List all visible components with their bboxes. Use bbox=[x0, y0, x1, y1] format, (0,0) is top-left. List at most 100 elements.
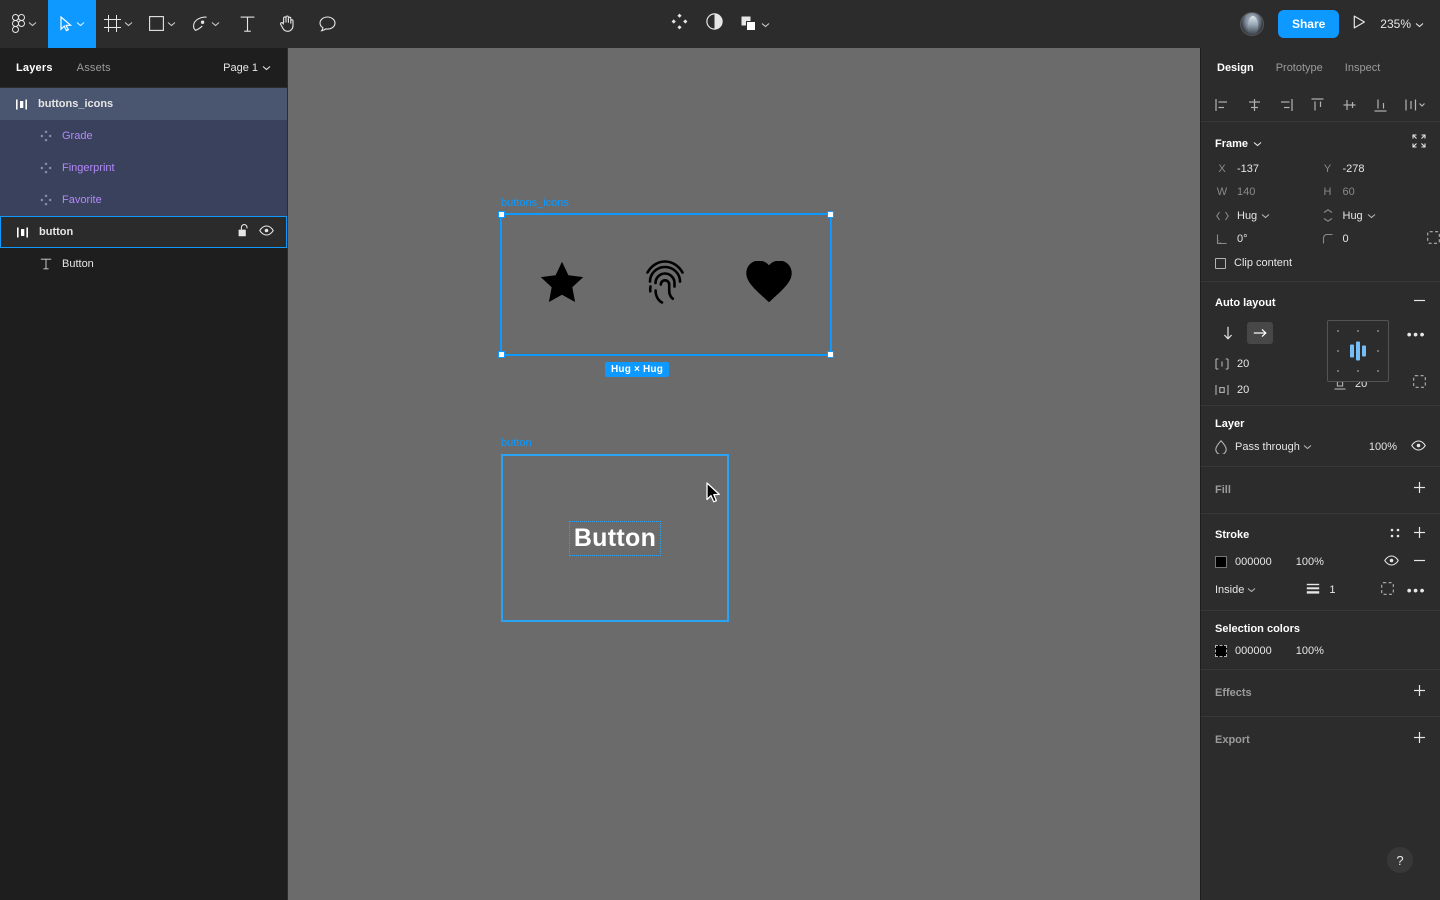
avatar[interactable] bbox=[1239, 12, 1264, 36]
layer-opacity-value[interactable]: 100% bbox=[1369, 441, 1397, 453]
add-stroke-icon[interactable] bbox=[1413, 526, 1426, 544]
heart-icon[interactable] bbox=[746, 260, 792, 308]
frame-tool-chevron-down-icon[interactable] bbox=[124, 21, 133, 27]
comment-tool[interactable] bbox=[307, 0, 348, 48]
horizontal-resizing-dropdown[interactable]: Hug bbox=[1237, 210, 1270, 222]
canvas[interactable]: buttons_icons Hug × Hug button Button bbox=[288, 48, 1200, 900]
eye-icon[interactable] bbox=[259, 225, 274, 239]
move-tool-chevron-down-icon[interactable] bbox=[76, 21, 85, 27]
zoom-control[interactable]: 235% bbox=[1380, 17, 1424, 31]
pen-tool-chevron-down-icon[interactable] bbox=[211, 21, 220, 27]
resize-handle-bottom-left[interactable] bbox=[498, 351, 505, 358]
page-chevron-down-icon[interactable] bbox=[262, 62, 271, 74]
stroke-opacity-value[interactable]: 100% bbox=[1296, 556, 1324, 568]
vertical-resizing-field[interactable]: Hug bbox=[1321, 209, 1427, 222]
corner-radius-field[interactable]: 0 bbox=[1321, 231, 1440, 245]
align-horizontal-center-icon[interactable] bbox=[1247, 98, 1262, 112]
independent-corners-icon[interactable] bbox=[1427, 231, 1440, 247]
layer-row-fingerprint[interactable]: Fingerprint bbox=[0, 152, 287, 184]
alignment-grid[interactable] bbox=[1327, 320, 1389, 382]
frame-buttons-icons[interactable] bbox=[498, 211, 834, 358]
frame-label-button[interactable]: button bbox=[501, 437, 532, 449]
boolean-chevron-down-icon[interactable] bbox=[761, 15, 770, 33]
move-tool[interactable] bbox=[48, 0, 96, 48]
vertical-resizing-dropdown[interactable]: Hug bbox=[1343, 210, 1376, 222]
play-icon[interactable] bbox=[1353, 15, 1366, 34]
stroke-color-swatch[interactable] bbox=[1215, 556, 1227, 568]
frame-label-buttons-icons[interactable]: buttons_icons bbox=[501, 197, 569, 209]
selection-color-hex[interactable]: 000000 bbox=[1235, 645, 1272, 657]
align-bottom-icon[interactable] bbox=[1373, 98, 1388, 112]
remove-stroke-icon[interactable] bbox=[1413, 554, 1426, 570]
frame-tool[interactable] bbox=[96, 0, 141, 48]
layer-row-button-text[interactable]: Button bbox=[0, 248, 287, 280]
add-export-icon[interactable] bbox=[1413, 731, 1426, 749]
eye-icon[interactable] bbox=[1411, 440, 1426, 454]
x-position-field[interactable]: X -137 bbox=[1215, 163, 1321, 175]
tab-layers[interactable]: Layers bbox=[16, 62, 53, 74]
chevron-down-icon[interactable] bbox=[28, 21, 37, 27]
layer-row-buttons-icons[interactable]: buttons_icons bbox=[0, 88, 287, 120]
height-field[interactable]: H 60 bbox=[1321, 186, 1427, 198]
align-left-icon[interactable] bbox=[1215, 98, 1230, 112]
resize-to-fit-icon[interactable] bbox=[1412, 134, 1426, 153]
auto-layout-alignment-grid[interactable] bbox=[1327, 320, 1389, 382]
components-icon[interactable] bbox=[671, 13, 688, 35]
chevron-down-icon[interactable] bbox=[1253, 138, 1262, 150]
unlock-icon[interactable] bbox=[238, 224, 249, 240]
distribute-icon[interactable] bbox=[1405, 98, 1426, 112]
advanced-stroke-icon[interactable] bbox=[1380, 582, 1394, 598]
eye-icon[interactable] bbox=[1384, 555, 1399, 569]
stroke-color-hex[interactable]: 000000 bbox=[1235, 556, 1272, 568]
tab-assets[interactable]: Assets bbox=[77, 62, 111, 74]
share-button[interactable]: Share bbox=[1277, 10, 1340, 38]
clip-content-row[interactable]: Clip content bbox=[1215, 257, 1426, 269]
add-fill-icon[interactable] bbox=[1413, 481, 1426, 499]
resize-handle-top-right[interactable] bbox=[827, 211, 834, 218]
star-icon[interactable] bbox=[540, 261, 584, 308]
shape-tool[interactable] bbox=[141, 0, 184, 48]
arrow-right-icon[interactable] bbox=[1247, 322, 1273, 344]
frame-section-title-group[interactable]: Frame bbox=[1215, 138, 1262, 150]
frame-button[interactable]: Button bbox=[501, 454, 729, 622]
shape-tool-chevron-down-icon[interactable] bbox=[167, 21, 176, 27]
fingerprint-icon[interactable] bbox=[642, 258, 688, 311]
page-selector[interactable]: Page 1 bbox=[223, 62, 271, 74]
selection-color-swatch[interactable] bbox=[1215, 645, 1227, 657]
arrow-down-icon[interactable] bbox=[1215, 322, 1241, 344]
align-dot[interactable] bbox=[1377, 330, 1379, 332]
align-dot[interactable] bbox=[1337, 370, 1339, 372]
align-dot[interactable] bbox=[1337, 350, 1339, 352]
align-dot[interactable] bbox=[1377, 350, 1379, 352]
horizontal-resizing-field[interactable]: Hug bbox=[1215, 209, 1321, 222]
pen-tool[interactable] bbox=[184, 0, 228, 48]
horizontal-padding-field[interactable]: 20 bbox=[1215, 384, 1327, 396]
tab-design[interactable]: Design bbox=[1217, 62, 1254, 74]
tab-inspect[interactable]: Inspect bbox=[1345, 62, 1380, 74]
stroke-weight-value[interactable]: 1 bbox=[1329, 584, 1335, 596]
stroke-more-options-icon[interactable]: ••• bbox=[1407, 583, 1426, 597]
stroke-styles-icon[interactable] bbox=[1389, 526, 1401, 544]
figma-logo-icon[interactable] bbox=[0, 0, 48, 48]
layer-row-favorite[interactable]: Favorite bbox=[0, 184, 287, 216]
item-spacing-field[interactable]: 20 bbox=[1215, 358, 1327, 370]
auto-layout-more-options-icon[interactable]: ••• bbox=[1407, 326, 1426, 342]
align-top-icon[interactable] bbox=[1310, 97, 1325, 112]
mask-icon[interactable] bbox=[705, 12, 723, 35]
boolean-icon[interactable] bbox=[741, 15, 770, 33]
align-dot[interactable] bbox=[1357, 330, 1359, 332]
stroke-position-dropdown[interactable]: Inside bbox=[1215, 584, 1256, 596]
help-button[interactable]: ? bbox=[1387, 847, 1413, 873]
clip-content-checkbox[interactable] bbox=[1215, 257, 1226, 269]
zoom-chevron-down-icon[interactable] bbox=[1415, 17, 1424, 31]
align-vertical-center-icon[interactable] bbox=[1342, 98, 1357, 112]
individual-padding-icon[interactable] bbox=[1413, 375, 1426, 393]
add-effect-icon[interactable] bbox=[1413, 684, 1426, 702]
tab-prototype[interactable]: Prototype bbox=[1276, 62, 1323, 74]
layer-row-button-frame[interactable]: button bbox=[0, 216, 287, 248]
rotation-field[interactable]: 0° bbox=[1215, 233, 1321, 245]
align-dot[interactable] bbox=[1357, 370, 1359, 372]
align-dot[interactable] bbox=[1377, 370, 1379, 372]
button-text[interactable]: Button bbox=[568, 520, 662, 556]
selection-color-opacity[interactable]: 100% bbox=[1296, 645, 1324, 657]
